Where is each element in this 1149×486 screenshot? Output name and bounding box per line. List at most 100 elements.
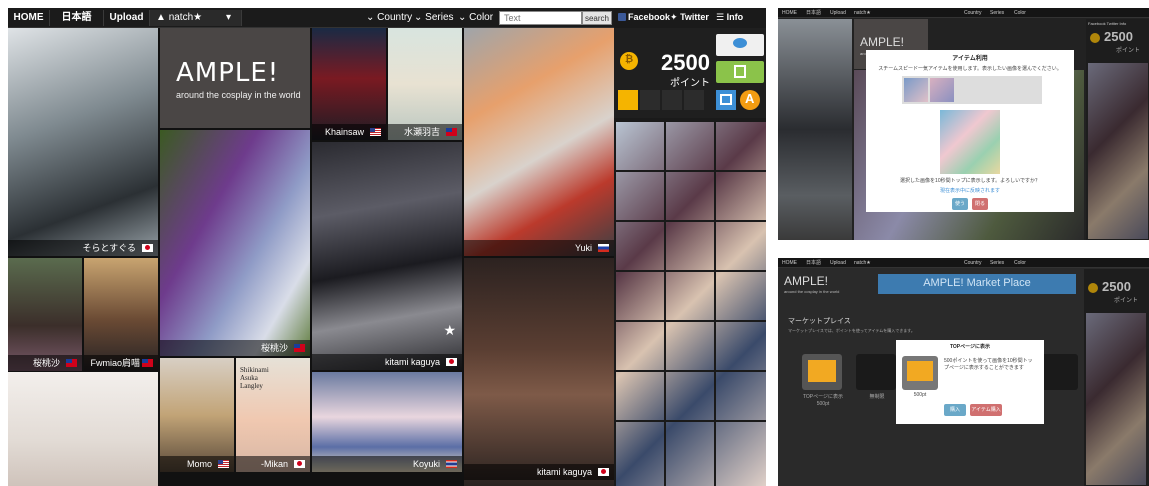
flag-icon-us (370, 128, 381, 136)
coin-symbol: ₿ (625, 54, 634, 65)
photo-tile[interactable]: Koyuki (312, 372, 462, 472)
market-item2-label: 無制限 (869, 394, 885, 400)
mini-nav-country[interactable]: Country (964, 259, 982, 267)
shop-button[interactable] (716, 90, 736, 110)
item-slot-active[interactable] (618, 90, 638, 110)
image-picker-strip[interactable] (902, 76, 1042, 104)
message-button[interactable] (716, 34, 764, 56)
user-name: natch★ (168, 12, 203, 23)
ample-logo-button[interactable]: A (740, 90, 760, 110)
brand-title: AMPLE! (176, 58, 280, 88)
info-link[interactable]: ☰ Info (716, 12, 743, 23)
mini-nav-language[interactable]: 日本語 (806, 259, 821, 267)
flag-icon-jp (598, 468, 609, 476)
mini-brand-title: AMPLE! (860, 35, 905, 49)
photo-tile[interactable]: 桜桃沙 (160, 130, 310, 356)
item-slot[interactable] (662, 90, 682, 110)
item-slot[interactable] (684, 90, 704, 110)
photo-tile[interactable]: Momo (160, 358, 234, 472)
tile-caption: 桜桃沙 (160, 340, 310, 356)
flag-icon-tw (142, 359, 153, 367)
twitter-icon: ✦ (670, 12, 678, 22)
country-menu[interactable]: ⌄ Country (366, 10, 412, 26)
color-label: Color (469, 12, 494, 23)
color-menu[interactable]: ⌄ Color (458, 10, 493, 26)
series-label: Series (425, 12, 454, 23)
mini-nav-bar: HOME 日本語 Upload natch★ Country Series Co… (778, 8, 1149, 18)
twitter-link[interactable]: ✦ Twitter (670, 12, 709, 23)
brand-box[interactable]: AMPLE! around the cosplay in the world (160, 28, 310, 128)
mini-points-value: 2500 (1102, 279, 1131, 294)
mini-nav-user[interactable]: natch★ (854, 259, 871, 267)
purchase-cancel-button[interactable]: アイテム購入 (970, 404, 1002, 416)
series-menu[interactable]: ⌄ Series (414, 10, 454, 26)
points-value: 2500 (661, 50, 710, 75)
purchase-item-thumb (902, 356, 938, 390)
photo-tile[interactable]: Fwmiao肩喵子 (84, 258, 158, 371)
photo-tile[interactable]: ★ kitami kaguya (312, 142, 462, 370)
market-item-unlimited[interactable] (856, 354, 896, 390)
tile-caption: kitami kaguya (464, 464, 614, 480)
mini-nav-color[interactable]: Color (1014, 9, 1026, 17)
photo-tile[interactable]: Yuki (464, 28, 614, 256)
flag-icon-tw (446, 128, 457, 136)
gift-button[interactable] (716, 61, 764, 83)
picker-thumb[interactable] (930, 78, 954, 102)
market-item-top-display[interactable] (802, 354, 842, 390)
mini-nav-series[interactable]: Series (990, 259, 1004, 267)
mini-info-link[interactable]: Info (1120, 21, 1127, 26)
favorite-star-icon[interactable]: ★ (443, 322, 456, 339)
mini-nav-language[interactable]: 日本語 (806, 9, 821, 17)
mini-nav-home[interactable]: HOME (782, 259, 797, 267)
points-panel: ₿ 2500 ポイント A (614, 28, 766, 118)
flag-icon-jp (446, 358, 457, 366)
photo-tile[interactable]: Shikinami Asuka Langley -Mikan (236, 358, 310, 472)
window-icon (808, 360, 836, 382)
photo-tile[interactable]: 桜桃沙 (8, 258, 82, 371)
market-banner-title: AMPLE! Market Place (923, 277, 1031, 289)
mini-nav-series[interactable]: Series (990, 9, 1004, 17)
language-button[interactable]: 日本語 (50, 10, 104, 26)
main-screenshot: HOME 日本語 Upload ▲ natch★ ▾ ⌄ Country ⌄ S… (8, 8, 766, 486)
dim-photo-column (778, 19, 852, 240)
mini-nav-upload[interactable]: Upload (830, 9, 846, 17)
search-button[interactable]: search (582, 11, 612, 25)
thumbnail-grid[interactable] (616, 122, 766, 486)
mini-nav-country[interactable]: Country (964, 9, 982, 17)
mini-points-label: ポイント (1116, 48, 1141, 54)
facebook-link[interactable]: Facebook (618, 12, 670, 22)
purchase-buy-button[interactable]: 購入 (944, 404, 966, 416)
photo-tile[interactable] (8, 372, 158, 486)
purchase-item-price: 500pt (913, 392, 927, 398)
mini-twitter-link[interactable]: Twitter (1107, 21, 1119, 26)
selected-preview-image (940, 110, 1000, 174)
modal-info-link[interactable]: 現在表示中に反映されます (872, 188, 1068, 195)
user-menu[interactable]: ▲ natch★ ▾ (150, 10, 242, 26)
modal-use-button[interactable]: 使う (952, 198, 968, 210)
photo-tile[interactable]: そらとすぐる (8, 28, 158, 256)
home-button[interactable]: HOME (8, 10, 50, 26)
photo-tile[interactable]: Khainsaw (312, 28, 386, 140)
modal-close-button[interactable]: 閉る (972, 198, 988, 210)
photo-tile[interactable]: 水瀬羽吉 (388, 28, 462, 140)
mini-nav-user[interactable]: natch★ (854, 9, 871, 17)
photo-tile[interactable]: kitami kaguya (464, 258, 614, 486)
mini-nav-color[interactable]: Color (1014, 259, 1026, 267)
mini-nav-home[interactable]: HOME (782, 9, 797, 17)
side-panel: Facebook ✦ Twitter ☰ Info ₿ 2500 ポイント A (614, 8, 766, 486)
mini-nav-bar: HOME 日本語 Upload natch★ Country Series Co… (778, 258, 1149, 268)
picker-thumb[interactable] (904, 78, 928, 102)
gift-icon (734, 65, 746, 78)
upload-button[interactable]: Upload (104, 10, 150, 26)
market-item-label: TOPページに表示 (802, 394, 844, 400)
market-section-description: マーケットプレイスでは、ポイントを使ってアイテムを購入できます。 (788, 328, 915, 333)
menu-icon: ☰ (716, 12, 725, 22)
purchase-modal-title: TOPページに表示 (949, 344, 991, 350)
item-slot[interactable] (640, 90, 660, 110)
search-input[interactable] (499, 11, 582, 25)
mini-nav-upload[interactable]: Upload (830, 259, 846, 267)
tile-caption: kitami kaguya (312, 354, 462, 370)
tile-caption: Koyuki (312, 456, 462, 472)
market-item-other[interactable] (1040, 354, 1078, 390)
mini-facebook-link[interactable]: Facebook (1088, 21, 1106, 26)
